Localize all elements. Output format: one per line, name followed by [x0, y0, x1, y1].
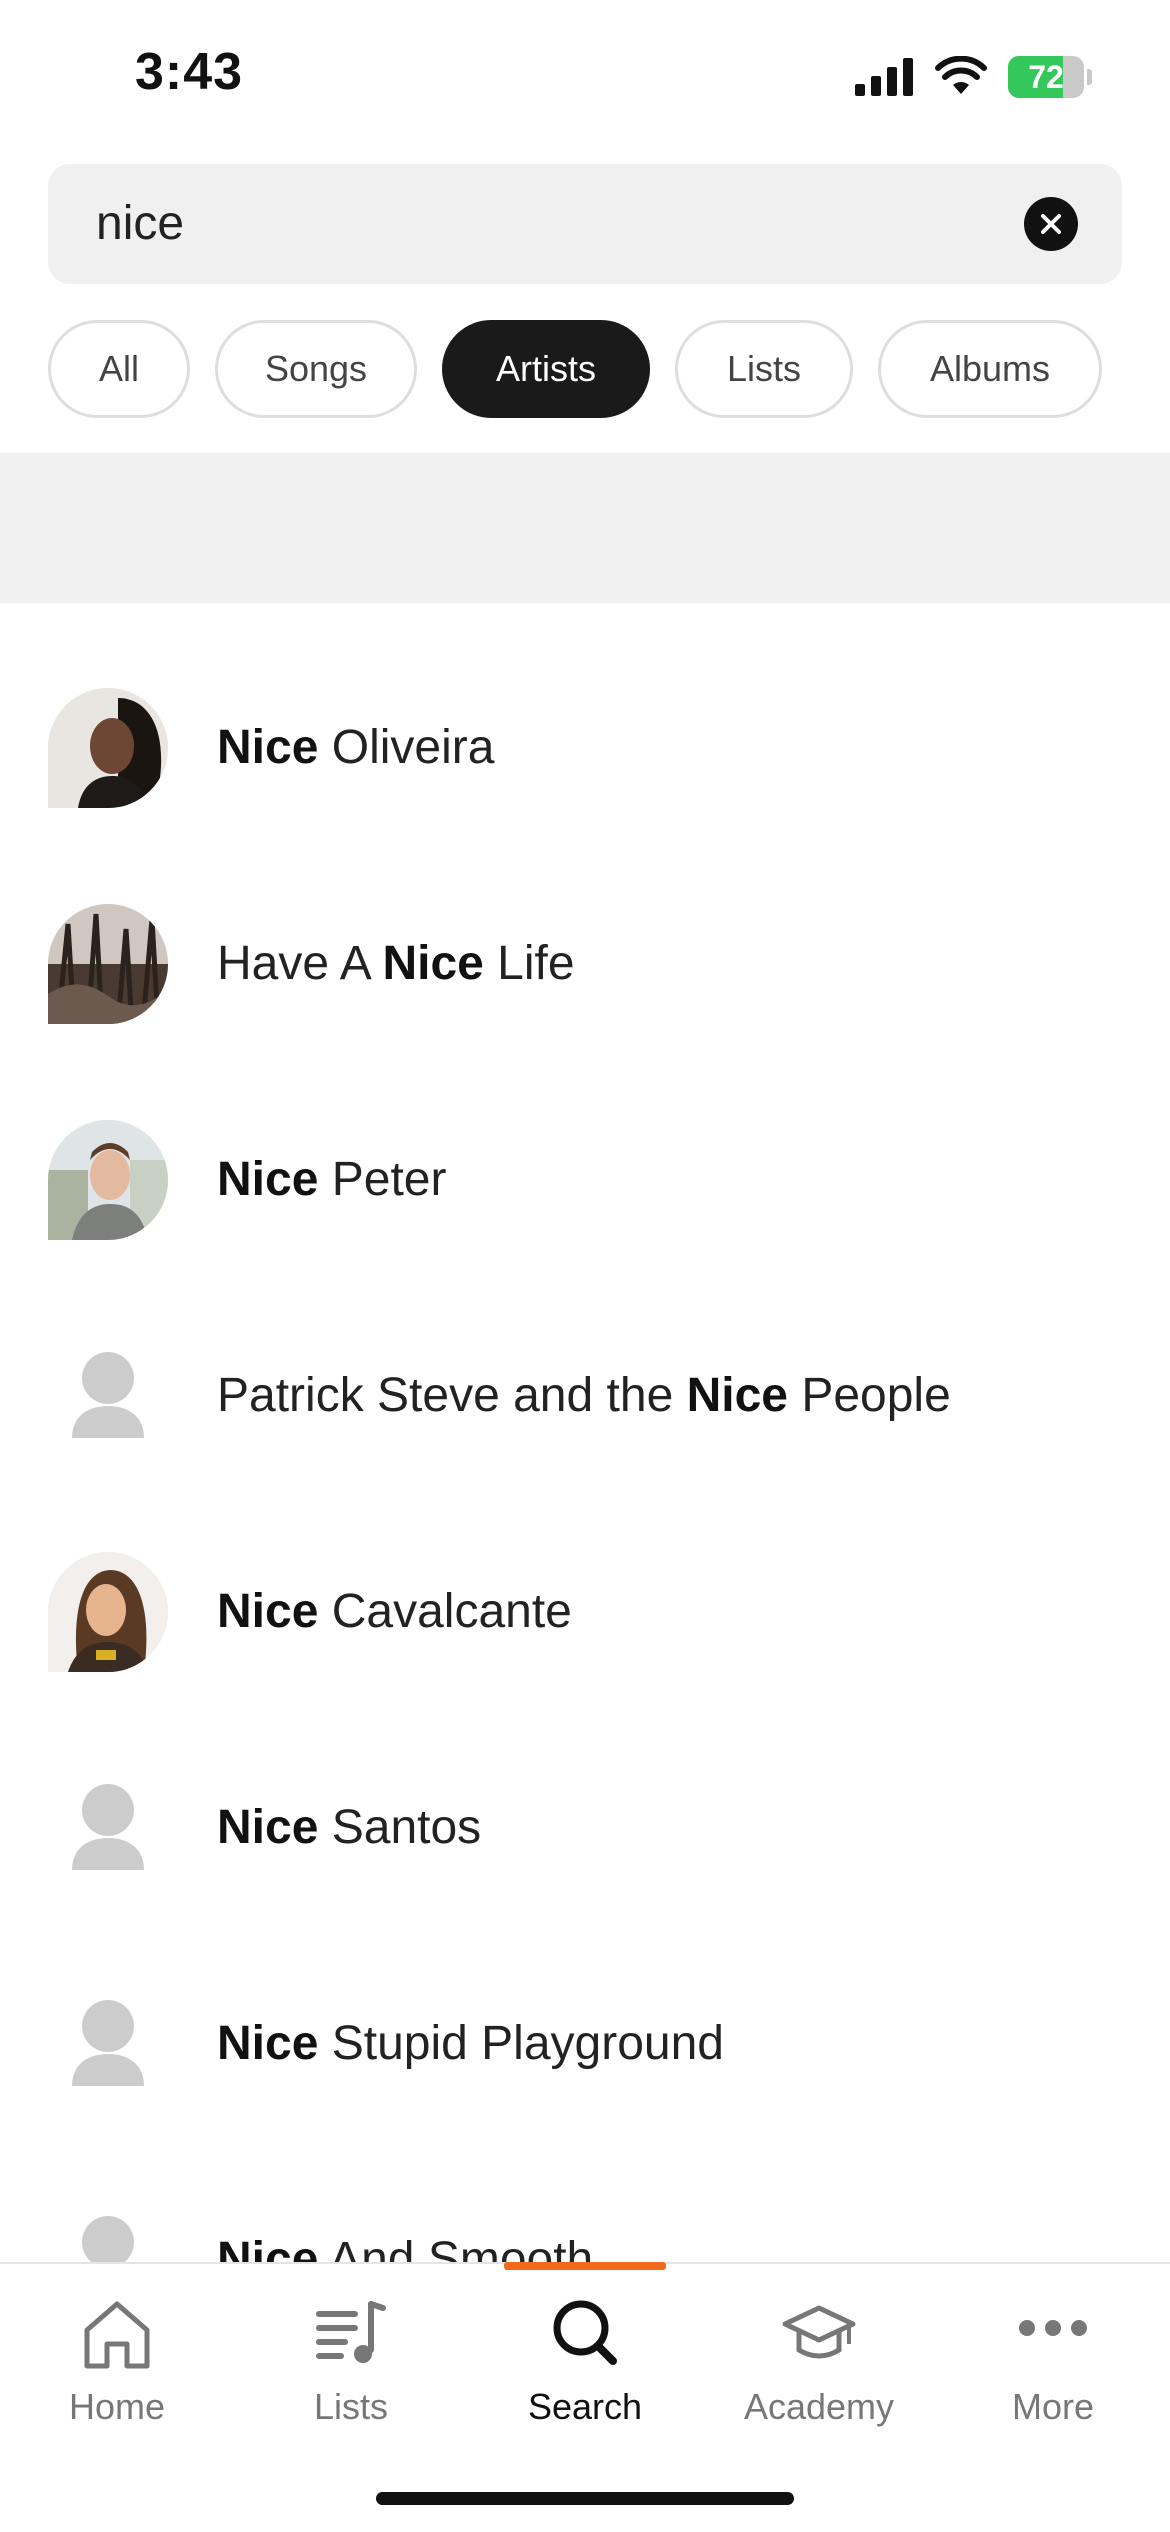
- filter-chip-lists[interactable]: Lists: [675, 320, 853, 418]
- artist-avatar: [48, 1120, 168, 1240]
- artist-name: Have A Nice Life: [217, 937, 575, 990]
- filter-chips: All Songs Artists Lists Albums: [48, 320, 1102, 418]
- artist-name: Nice Oliveira: [217, 721, 495, 774]
- artist-name: Nice And Smooth: [217, 2233, 594, 2262]
- person-placeholder-icon: [48, 1336, 168, 1456]
- more-icon: [1019, 2320, 1087, 2336]
- artist-result-row[interactable]: Nice Oliveira: [0, 640, 1170, 856]
- filter-chip-albums[interactable]: Albums: [878, 320, 1102, 418]
- tab-more[interactable]: More: [936, 2294, 1170, 2444]
- tab-home[interactable]: Home: [0, 2294, 234, 2444]
- artist-result-row[interactable]: Patrick Steve and the Nice People: [0, 1288, 1170, 1504]
- search-input[interactable]: nice: [96, 164, 184, 284]
- artist-name: Patrick Steve and the Nice People: [217, 1369, 951, 1422]
- battery-icon: 72: [1008, 56, 1092, 98]
- cellular-signal-icon: [855, 58, 913, 96]
- artist-result-row[interactable]: Nice And Smooth: [0, 2152, 1170, 2262]
- artist-avatar: [48, 688, 168, 808]
- artist-name: Nice Stupid Playground: [217, 2017, 724, 2070]
- artist-name: Nice Peter: [217, 1153, 447, 1206]
- clear-search-button[interactable]: [1024, 197, 1078, 251]
- artist-avatar: [48, 1552, 168, 1672]
- wifi-icon: [935, 56, 987, 94]
- status-time: 3:43: [135, 43, 244, 101]
- artist-result-row[interactable]: Nice Santos: [0, 1720, 1170, 1936]
- active-tab-indicator: [504, 2262, 666, 2270]
- tab-search[interactable]: Search: [468, 2294, 702, 2444]
- home-indicator[interactable]: [376, 2492, 794, 2505]
- tab-lists[interactable]: Lists: [234, 2294, 468, 2444]
- artist-name: Nice Santos: [217, 1801, 482, 1854]
- artist-result-row[interactable]: Nice Peter: [0, 1072, 1170, 1288]
- person-placeholder-icon: [48, 1768, 168, 1888]
- artist-avatar: [48, 904, 168, 1024]
- battery-level: 72: [1028, 59, 1064, 95]
- filter-chip-songs[interactable]: Songs: [215, 320, 417, 418]
- artist-name: Nice Cavalcante: [217, 1585, 572, 1638]
- filter-chip-all[interactable]: All: [48, 320, 190, 418]
- graduation-cap-icon: [782, 2305, 856, 2359]
- home-icon: [84, 2301, 150, 2369]
- close-icon: [1041, 214, 1061, 234]
- banner-placeholder: [0, 453, 1170, 603]
- status-bar: 3:43 72: [0, 0, 1170, 150]
- tab-academy[interactable]: Academy: [702, 2294, 936, 2444]
- artist-result-row[interactable]: Have A Nice Life: [0, 856, 1170, 1072]
- person-placeholder-icon: [48, 1984, 168, 2104]
- artist-results-list: Nice Oliveira Have A Nice Life Nice Pete: [0, 640, 1170, 2262]
- artist-result-row[interactable]: Nice Stupid Playground: [0, 1936, 1170, 2152]
- artist-result-row[interactable]: Nice Cavalcante: [0, 1504, 1170, 1720]
- search-bar[interactable]: nice: [48, 164, 1122, 284]
- search-icon: [553, 2300, 617, 2365]
- playlist-icon: [316, 2301, 386, 2363]
- person-placeholder-icon: [48, 2200, 168, 2262]
- filter-chip-artists[interactable]: Artists: [442, 320, 650, 418]
